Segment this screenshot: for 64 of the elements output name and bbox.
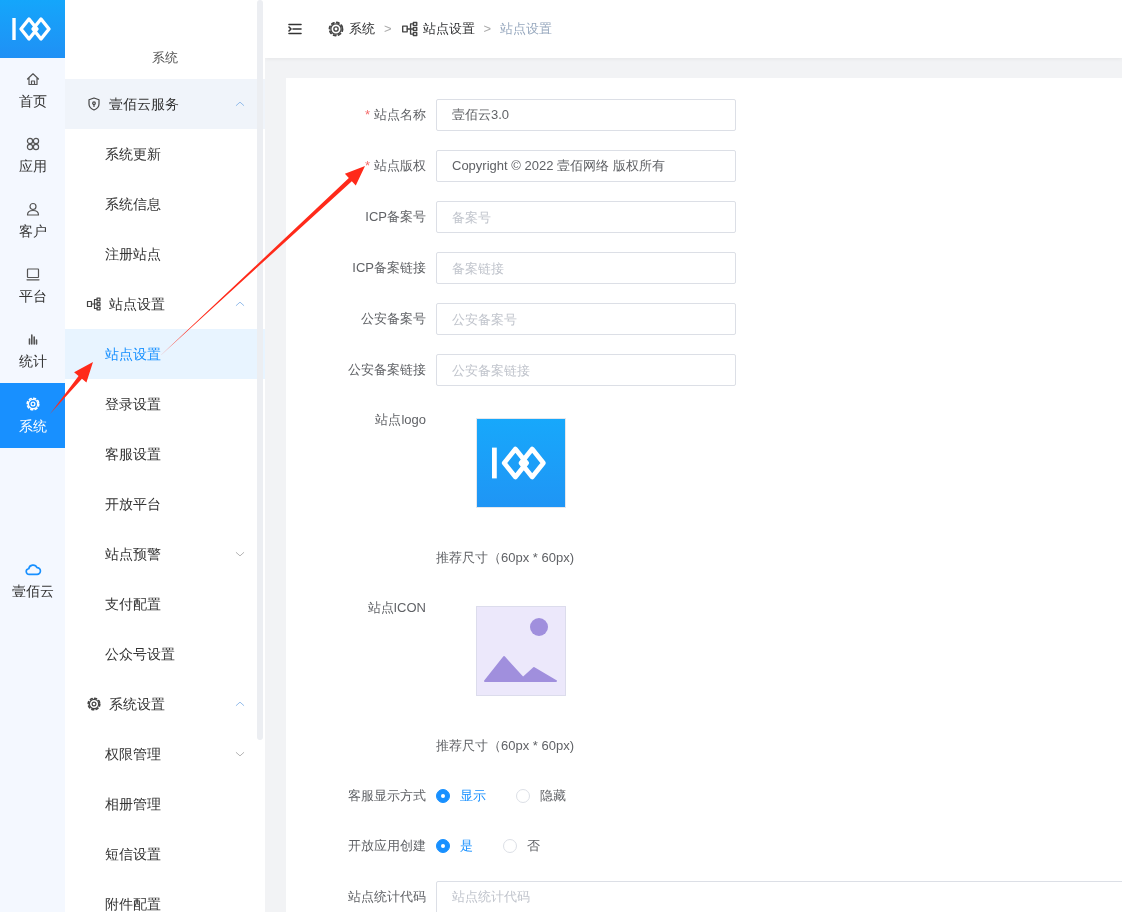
menu-icon [287,21,303,37]
image-icon [484,618,558,684]
field-label: 开放应用创建 [348,837,426,856]
field-label: 站点ICON [367,599,426,618]
menu-item[interactable]: 相册管理 [65,779,265,829]
menu-button[interactable] [287,21,303,37]
input-field[interactable]: 备案号 [436,201,736,233]
logo-image[interactable] [476,418,566,508]
input-field[interactable]: 公安备案号 [436,303,736,335]
field-label: 公安备案链接 [348,361,426,380]
input-field[interactable]: 壹佰云3.0 [436,99,736,131]
menu-item[interactable]: 注册站点 [65,229,265,279]
breadcrumb-item[interactable]: 站点设置 [422,19,475,39]
menu-item[interactable]: 短信设置 [65,829,265,879]
field-label: 站点统计代码 [348,888,426,907]
input-field[interactable]: 备案链接 [436,252,736,284]
field-label: 客服显示方式 [348,787,426,806]
settings-icon [327,20,345,38]
radio-option[interactable]: 否 [503,836,540,856]
menu-item[interactable]: 客服设置 [65,429,265,479]
size-hint: 推荐尺寸（60px * 60px) [436,549,575,567]
breadcrumb-item: 站点设置 [500,20,553,39]
menu-item[interactable]: 开放平台 [65,479,265,529]
user-icon [24,201,41,217]
scrollbar[interactable] [257,0,263,740]
tree-structure-icon [400,20,419,38]
apps-icon [24,136,41,152]
menu-item[interactable]: 权限管理 [65,729,265,779]
home-icon [24,71,41,87]
rail-item[interactable]: 客户 [0,188,65,253]
field-label: * 站点名称 [364,106,426,125]
rail-item[interactable]: 首页 [0,58,65,123]
breadcrumb-item[interactable]: 系统 [349,19,375,39]
menu-item[interactable]: 站点预警 [65,529,265,579]
breadcrumb-separator: > [483,20,492,39]
input-field[interactable]: 公安备案链接 [436,354,736,386]
field-label: 站点logo [375,411,426,430]
shield-icon [86,96,102,112]
menu-item[interactable]: 登录设置 [65,379,265,429]
monitor-icon [24,266,41,282]
image-placeholder[interactable] [476,606,566,696]
rail-item[interactable]: 壹佰云 [0,555,65,605]
field-label: 公安备案号 [361,310,426,329]
breadcrumb-separator: > [384,20,392,39]
rail-item[interactable]: 平台 [0,253,65,318]
menu-item[interactable]: 附件配置 [65,879,265,912]
tree-structure-icon [86,296,102,312]
input-field[interactable]: Copyright © 2022 壹佰网络 版权所有 [436,150,736,182]
menu-title: 系统 [152,49,178,67]
rail-item[interactable]: 应用 [0,123,65,188]
menu-item[interactable]: 系统更新 [65,129,265,179]
settings-icon [24,396,41,412]
code-textarea[interactable]: 站点统计代码 [436,881,1122,912]
rail-item[interactable]: 统计 [0,318,65,383]
menu-item[interactable]: 公众号设置 [65,629,265,679]
settings-icon [86,696,102,712]
size-hint: 推荐尺寸（60px * 60px) [436,737,575,755]
field-label: * 站点版权 [364,157,426,176]
radio-option[interactable]: 隐藏 [516,786,566,806]
field-label: ICP备案链接 [352,259,426,278]
menu-group-header[interactable]: 壹佰云服务 [65,79,265,129]
field-label: ICP备案号 [365,208,426,227]
menu-item[interactable]: 系统信息 [65,179,265,229]
menu-item[interactable]: 支付配置 [65,579,265,629]
